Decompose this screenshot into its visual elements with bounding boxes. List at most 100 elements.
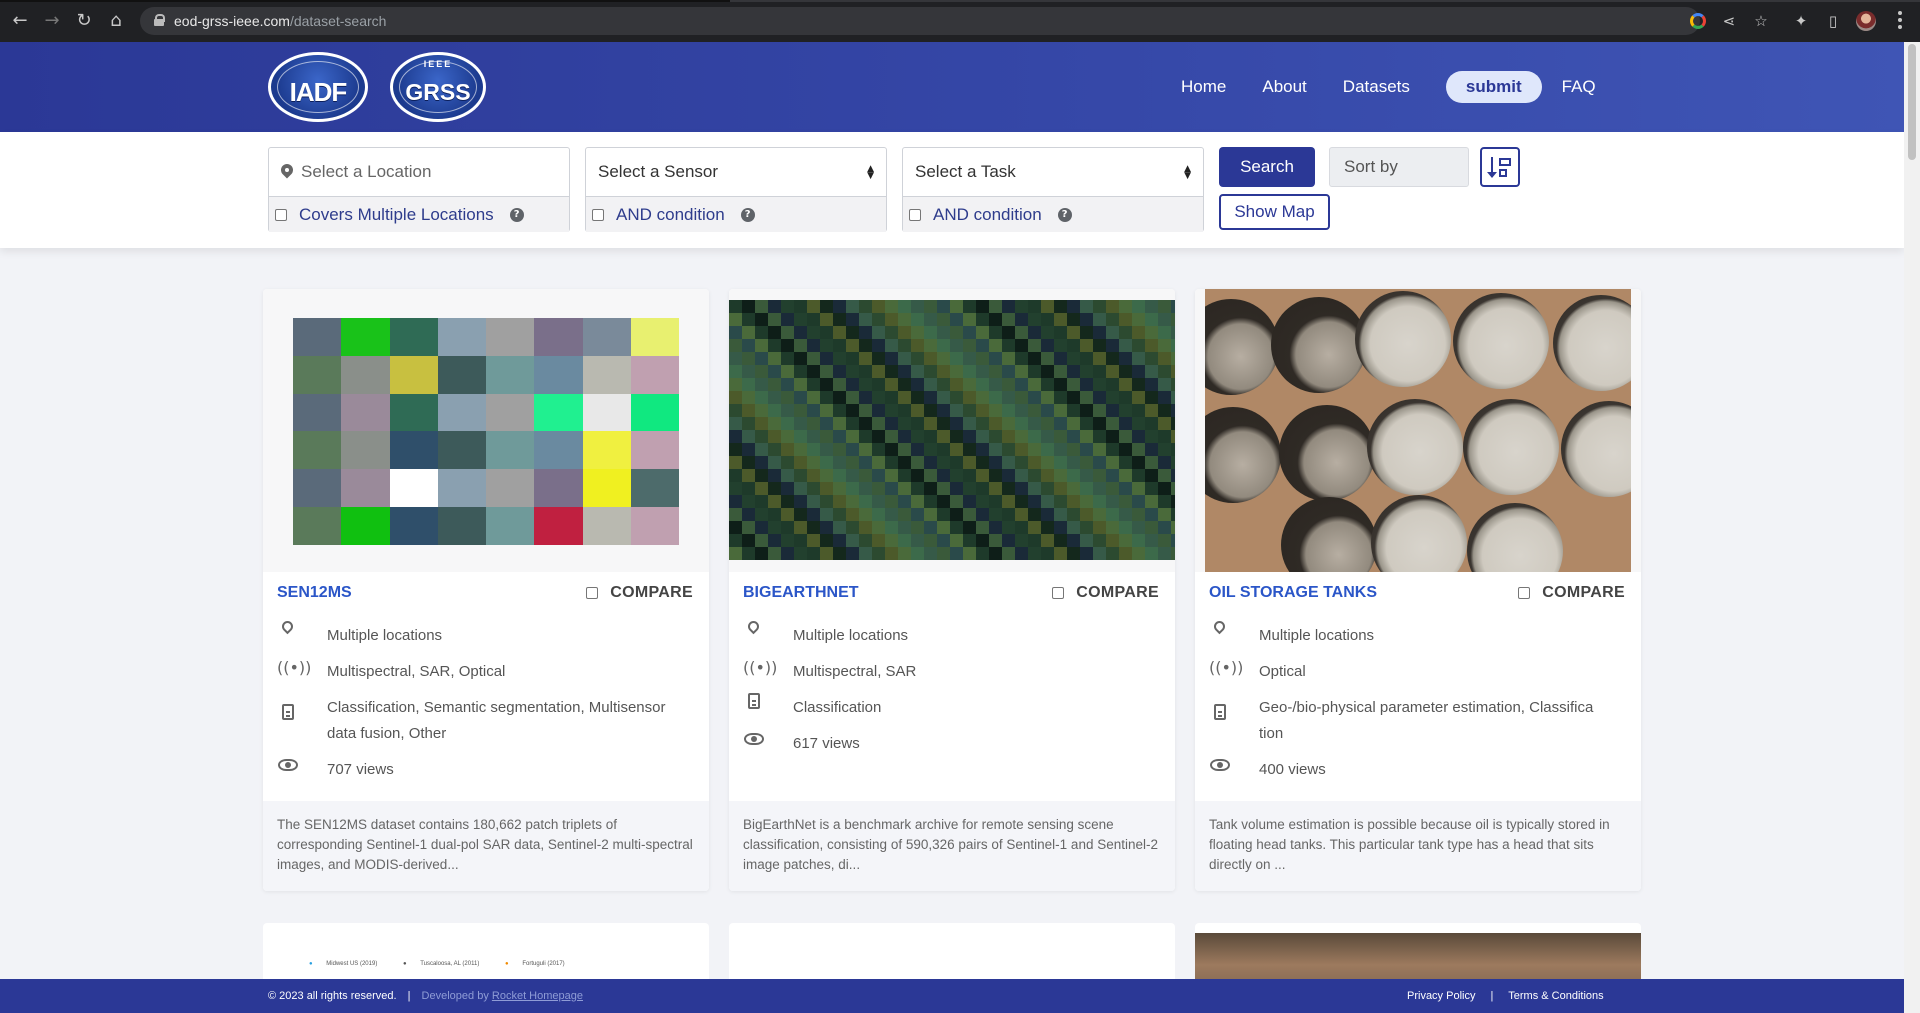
task-select-value: Select a Task (915, 162, 1016, 181)
location-text: Multiple locations (327, 627, 443, 644)
views-row: 707 views (277, 752, 695, 782)
task-and-checkbox[interactable] (909, 208, 921, 221)
terms-link[interactable]: Terms & Conditions (1508, 990, 1603, 1002)
help-icon[interactable]: ? (1057, 207, 1072, 222)
dataset-title[interactable]: BIGEARTHNET (743, 584, 859, 602)
compare-option[interactable]: COMPARE (586, 584, 693, 602)
compare-option[interactable]: COMPARE (1052, 584, 1159, 602)
task-row: Classification (743, 690, 1161, 720)
sensor-and-checkbox[interactable] (592, 208, 604, 221)
select-arrows-icon: ▲ ▼ (867, 164, 874, 181)
sensor-and-label[interactable]: AND condition (616, 205, 725, 225)
show-map-button[interactable]: Show Map (1219, 194, 1330, 230)
back-icon[interactable]: ← (10, 11, 30, 31)
task-and-option: AND condition ? (903, 197, 1203, 232)
oil-tanks-aerial-image (1205, 289, 1631, 572)
compare-checkbox[interactable] (1518, 587, 1531, 599)
nav-about[interactable]: About (1262, 77, 1306, 97)
antenna-icon: ((•)) (743, 658, 778, 677)
star-icon[interactable]: ☆ (1752, 12, 1770, 30)
compare-checkbox[interactable] (586, 587, 599, 599)
page-scrollbar[interactable] (1904, 42, 1920, 1013)
bigearthnet-mosaic-image (729, 300, 1175, 560)
dataset-card-oil-storage-tanks[interactable]: OIL STORAGE TANKS COMPARE Multiple locat… (1195, 289, 1641, 891)
iadf-logo-text: IADF (289, 77, 348, 107)
sensor-filter: Select a Sensor ▲ ▼ AND condition ? (585, 147, 887, 232)
location-row: Multiple locations (277, 618, 695, 648)
sort-by-select[interactable]: Sort by (1329, 147, 1469, 187)
dataset-title[interactable]: SEN12MS (277, 584, 352, 602)
developer-link[interactable]: Rocket Homepage (492, 990, 583, 1002)
location-text: Multiple locations (793, 627, 909, 644)
search-panel: Select a Location Covers Multiple Locati… (0, 132, 1904, 248)
legend-item: ● Fortuguli (2017) (505, 961, 565, 967)
location-row: Multiple locations (743, 618, 1161, 648)
sensor-select-value: Select a Sensor (598, 162, 719, 181)
lock-icon (154, 14, 165, 26)
extensions-icon[interactable]: ✦ (1792, 12, 1810, 30)
location-pin-icon (281, 164, 293, 180)
browser-chrome: ← → ↻ ⌂ eod-grss-ieee.com/dataset-search… (0, 0, 1920, 42)
eye-icon (1209, 755, 1231, 777)
dataset-thumbnail[interactable] (263, 289, 709, 572)
grss-logo-text: GRSS (405, 79, 471, 105)
nav-home[interactable]: Home (1181, 77, 1226, 97)
sidebar-icon[interactable]: ▯ (1824, 12, 1842, 30)
location-filter: Select a Location Covers Multiple Locati… (268, 147, 570, 232)
scrollbar-thumb[interactable] (1908, 44, 1916, 160)
compare-checkbox[interactable] (1052, 587, 1065, 599)
legend-item: ● Tuscaloosa, AL (2011) (403, 961, 480, 967)
menu-icon[interactable] (1898, 11, 1902, 31)
address-bar[interactable]: eod-grss-ieee.com/dataset-search (140, 7, 1700, 35)
eye-icon (743, 729, 765, 751)
privacy-policy-link[interactable]: Privacy Policy (1407, 990, 1475, 1002)
url-text: eod-grss-ieee.com/dataset-search (174, 13, 387, 29)
grss-logo[interactable]: IEEE GRSS (390, 52, 486, 122)
sensor-text: Multispectral, SAR (793, 663, 917, 680)
sensor-row: ((•)) Multispectral, SAR (743, 654, 1161, 684)
task-icon (277, 704, 299, 726)
compare-option[interactable]: COMPARE (1518, 584, 1625, 602)
help-icon[interactable]: ? (740, 207, 755, 222)
google-icon[interactable] (1690, 13, 1706, 29)
task-row: Geo-/bio-physical parameter estimation, … (1209, 690, 1627, 742)
dataset-card-bigearthnet[interactable]: BIGEARTHNET COMPARE Multiple locations (… (729, 289, 1175, 891)
help-icon[interactable]: ? (509, 207, 524, 222)
location-input[interactable]: Select a Location (269, 148, 569, 197)
search-button[interactable]: Search (1219, 147, 1315, 187)
task-icon (743, 693, 765, 715)
dataset-card-sen12ms[interactable]: SEN12MS COMPARE Multiple locations ((•))… (263, 289, 709, 891)
compare-label: COMPARE (1542, 584, 1625, 601)
dataset-title[interactable]: OIL STORAGE TANKS (1209, 584, 1377, 602)
share-icon[interactable]: ⋖ (1720, 12, 1738, 30)
profile-avatar[interactable] (1856, 11, 1876, 31)
copyright-text: © 2023 all rights reserved. (268, 990, 397, 1002)
developed-by-text: Developed by (421, 990, 489, 1002)
iadf-logo[interactable]: IADF (268, 52, 368, 122)
dataset-thumbnail[interactable] (729, 289, 1175, 572)
location-pin-icon (743, 621, 765, 643)
views-row: 400 views (1209, 752, 1627, 782)
location-pin-icon (1209, 621, 1231, 643)
sensor-text: Multispectral, SAR, Optical (327, 663, 506, 680)
task-row: Classification, Semantic segmentation, M… (277, 690, 695, 742)
task-select[interactable]: Select a Task ▲ ▼ (903, 148, 1203, 197)
multiple-locations-checkbox[interactable] (275, 208, 287, 221)
site-footer: © 2023 all rights reserved. | Developed … (0, 979, 1904, 1013)
forward-icon[interactable]: → (42, 11, 62, 31)
nav-faq[interactable]: FAQ (1562, 77, 1596, 97)
tab-strip (0, 0, 1920, 2)
reload-icon[interactable]: ↻ (74, 11, 94, 31)
multiple-locations-option: Covers Multiple Locations ? (269, 197, 569, 232)
task-and-label[interactable]: AND condition (933, 205, 1042, 225)
dataset-thumbnail[interactable] (1195, 289, 1641, 572)
legend-item: ● Midwest US (2019) (309, 961, 378, 967)
nav-submit-button[interactable]: submit (1445, 71, 1542, 103)
sort-direction-button[interactable] (1480, 147, 1520, 187)
sensor-and-option: AND condition ? (586, 197, 886, 232)
sensor-select[interactable]: Select a Sensor ▲ ▼ (586, 148, 886, 197)
nav-datasets[interactable]: Datasets (1343, 77, 1410, 97)
home-icon[interactable]: ⌂ (106, 11, 126, 31)
sensor-row: ((•)) Optical (1209, 654, 1627, 684)
multiple-locations-label[interactable]: Covers Multiple Locations (299, 205, 494, 225)
